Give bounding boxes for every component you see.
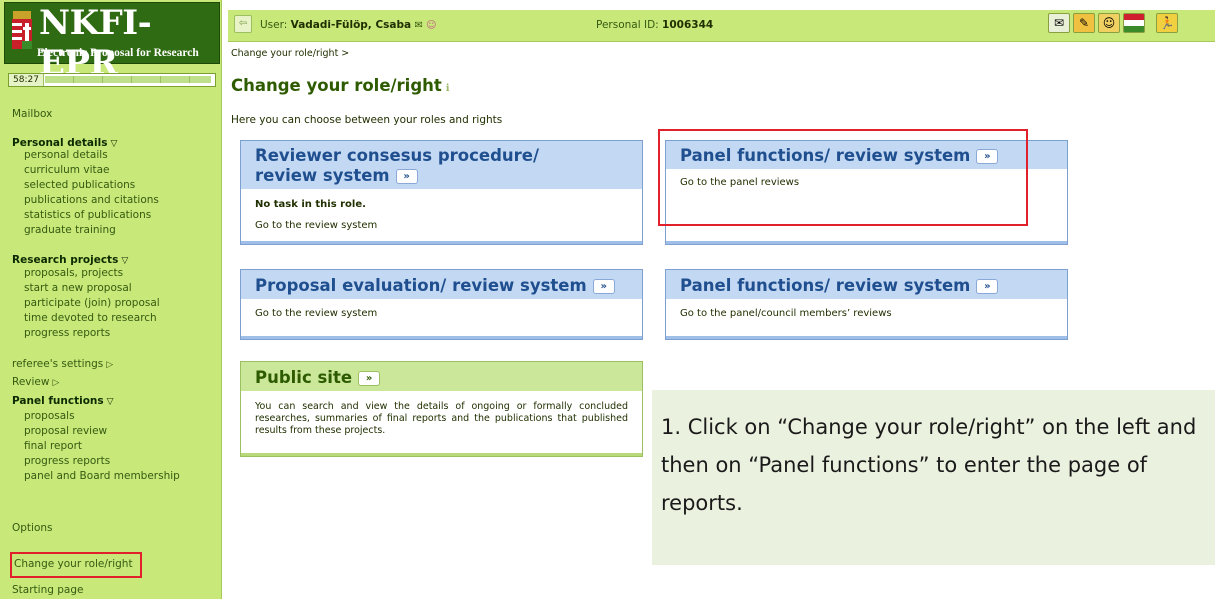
chevron-right-icon: ▷ [106, 360, 114, 370]
sidebar-item-mailbox[interactable]: Mailbox [12, 108, 52, 120]
sidebar-section-label: Panel functions [12, 395, 104, 407]
card-note: No task in this role. [255, 199, 366, 210]
sidebar-item-label: Review [12, 376, 50, 388]
app-logo[interactable]: NKFI-EPR Electronic Proposal for Researc… [4, 2, 220, 83]
page-title-text: Change your role/right [231, 76, 442, 95]
sidebar-personal-details-list: personal details curriculum vitae select… [24, 148, 159, 238]
highlight-box [658, 129, 1028, 226]
sidebar: NKFI-EPR Electronic Proposal for Researc… [0, 0, 222, 599]
chevron-down-icon: ▽ [106, 397, 114, 407]
go-arrow-icon[interactable]: » [395, 169, 418, 184]
sidebar-item[interactable]: statistics of publications [24, 208, 159, 223]
breadcrumb[interactable]: Change your role/right > [231, 48, 349, 59]
card-description: You can search and view the details of o… [255, 401, 628, 436]
sidebar-item[interactable]: progress reports [24, 326, 160, 341]
card-body: Go to the panel/council members’ reviews [666, 299, 1067, 327]
personal-id-value: 1006344 [662, 19, 714, 31]
card-bottom-bar [666, 241, 1067, 244]
card-link-review-system[interactable]: Go to the review system [255, 308, 628, 319]
back-arrow-icon[interactable]: ⇦ [234, 15, 252, 33]
mail-icon[interactable]: ✉ [1048, 13, 1070, 33]
session-timer: 58:27 [8, 73, 216, 87]
logout-runner-icon[interactable]: 🏃 [1156, 13, 1178, 33]
sidebar-item-change-role[interactable]: Change your role/right [10, 552, 142, 578]
go-arrow-icon[interactable]: » [976, 279, 999, 294]
sidebar-item[interactable]: progress reports [24, 454, 180, 469]
sidebar-item[interactable]: selected publications [24, 178, 159, 193]
user-name: Vadadi-Fülöp, Csaba [290, 19, 412, 31]
chevron-right-icon: ▷ [52, 378, 60, 388]
sidebar-section-research-projects[interactable]: Research projects ▽ [12, 254, 128, 266]
card-title-line1: Reviewer consesus procedure/ [255, 146, 539, 165]
card-header[interactable]: Proposal evaluation/ review system » [241, 270, 642, 299]
sidebar-item[interactable]: proposals, projects [24, 266, 160, 281]
sidebar-item-label: referee's settings [12, 358, 104, 370]
sidebar-item[interactable]: final report [24, 439, 180, 454]
card-link-members-reviews[interactable]: Go to the panel/council members’ reviews [680, 308, 1053, 319]
card-body: No task in this role. Go to the review s… [241, 189, 642, 239]
personal-id: Personal ID: 1006344 [596, 19, 713, 31]
intro-text: Here you can choose between your roles a… [231, 114, 503, 126]
sidebar-item[interactable]: proposals [24, 409, 180, 424]
sidebar-item[interactable]: time devoted to research [24, 311, 160, 326]
card-header[interactable]: Reviewer consesus procedure/ review syst… [241, 141, 642, 189]
card-title: Panel functions/ review system [680, 276, 971, 295]
card-bottom-bar [241, 336, 642, 339]
top-bar: ⇦ User: Vadadi-Fülöp, Csaba ✉ ☺ Personal… [228, 10, 1215, 42]
card-body: You can search and view the details of o… [241, 391, 642, 445]
sidebar-section-panel-functions[interactable]: Panel functions ▽ [12, 395, 114, 407]
go-arrow-icon[interactable]: » [358, 371, 381, 386]
mail-small-icon[interactable]: ✉ [414, 20, 422, 31]
sidebar-item[interactable]: panel and Board membership [24, 469, 180, 484]
personal-id-label: Personal ID: [596, 19, 659, 31]
card-body: Go to the review system [241, 299, 642, 327]
sidebar-item-options[interactable]: Options [12, 522, 53, 534]
card-bottom-bar [241, 453, 642, 456]
hungarian-flag-icon[interactable] [1123, 13, 1145, 33]
card-link-review-system[interactable]: Go to the review system [255, 220, 628, 231]
sidebar-section-label: Research projects [12, 254, 119, 266]
card-public-site: Public site » You can search and view the… [240, 361, 643, 457]
user-info: User: Vadadi-Fülöp, Csaba ✉ ☺ [260, 19, 437, 31]
card-header[interactable]: Public site » [241, 362, 642, 391]
user-label: User: [260, 19, 288, 31]
logo-subtitle: Electronic Proposal for Research [37, 47, 199, 59]
instruction-callout: 1. Click on “Change your role/right” on … [652, 390, 1215, 565]
sidebar-item[interactable]: publications and citations [24, 193, 159, 208]
card-title-line2: review system [255, 166, 390, 185]
go-arrow-icon[interactable]: » [592, 279, 615, 294]
card-title: Public site [255, 368, 353, 387]
sidebar-research-projects-list: proposals, projects start a new proposal… [24, 266, 160, 341]
sidebar-item[interactable]: curriculum vitae [24, 163, 159, 178]
logo-title: NKFI-EPR [39, 3, 152, 83]
sidebar-item-starting-page[interactable]: Starting page [12, 584, 83, 596]
sidebar-item[interactable]: proposal review [24, 424, 180, 439]
session-timer-bar [45, 76, 211, 83]
sidebar-item[interactable]: participate (join) proposal [24, 296, 160, 311]
sidebar-panel-functions-list: proposals proposal review final report p… [24, 409, 180, 484]
sidebar-item[interactable]: start a new proposal [24, 281, 160, 296]
page-title: Change your role/right ℹ [231, 76, 450, 95]
sidebar-item[interactable]: personal details [24, 148, 159, 163]
info-icon[interactable]: ℹ [446, 83, 450, 94]
card-bottom-bar [241, 241, 642, 244]
session-timer-value: 58:27 [9, 74, 44, 86]
card-proposal-evaluation: Proposal evaluation/ review system » Go t… [240, 269, 643, 340]
sidebar-item-referees-settings[interactable]: referee's settings ▷ [12, 358, 113, 370]
card-reviewer-consensus: Reviewer consesus procedure/ review syst… [240, 140, 643, 245]
hungarian-crest-icon [12, 11, 32, 49]
pencil-icon[interactable]: ✎ [1073, 13, 1095, 33]
card-bottom-bar [666, 336, 1067, 339]
card-header[interactable]: Panel functions/ review system » [666, 270, 1067, 299]
mask-small-icon[interactable]: ☺ [426, 20, 436, 31]
chevron-down-icon: ▽ [121, 256, 129, 266]
mask-icon[interactable]: ☺ [1098, 13, 1120, 33]
card-title: Proposal evaluation/ review system [255, 276, 587, 295]
card-panel-functions-members: Panel functions/ review system » Go to th… [665, 269, 1068, 340]
sidebar-item-review[interactable]: Review ▷ [12, 376, 59, 388]
sidebar-item[interactable]: graduate training [24, 223, 159, 238]
